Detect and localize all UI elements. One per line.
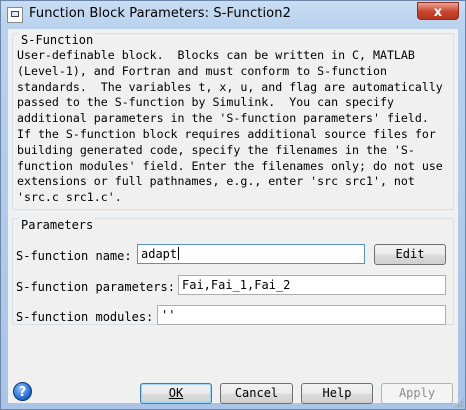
ok-button[interactable]: OK: [140, 383, 212, 404]
sfunction-name-label: S-function name:: [16, 249, 132, 263]
help-button-label: Help: [322, 386, 352, 400]
close-icon: x: [433, 5, 443, 20]
dialog-body: S-Function User-definable block. Blocks …: [8, 29, 458, 404]
sfunction-parameters-label: S-function parameters:: [16, 280, 175, 294]
sfunction-name-input[interactable]: adapt: [137, 244, 365, 264]
apply-button-label: Apply: [398, 386, 436, 400]
sfunction-modules-input[interactable]: '': [157, 305, 446, 325]
apply-button[interactable]: Apply: [381, 383, 453, 404]
edit-button-label: Edit: [395, 247, 425, 261]
parameters-group-title: Parameters: [19, 218, 96, 232]
simulink-block-icon: [7, 7, 23, 23]
sfunction-name-value: adapt: [141, 247, 178, 261]
title-bar[interactable]: Function Block Parameters: S-Function2 x: [1, 1, 465, 29]
sfunction-group: S-Function User-definable block. Blocks …: [12, 33, 454, 210]
dialog-window: Function Block Parameters: S-Function2 x…: [0, 0, 466, 410]
cancel-button[interactable]: Cancel: [220, 383, 293, 404]
help-icon[interactable]: ?: [13, 382, 32, 401]
text-caret: [178, 247, 180, 260]
sfunction-modules-value: '': [161, 308, 176, 322]
sfunction-parameters-value: Fai,Fai_1,Fai_2: [182, 278, 291, 292]
ok-button-label: OK: [168, 386, 184, 400]
edit-button[interactable]: Edit: [374, 244, 446, 265]
cancel-button-label: Cancel: [234, 386, 279, 400]
sfunction-group-title: S-Function: [19, 33, 96, 47]
sfunction-parameters-input[interactable]: Fai,Fai_1,Fai_2: [178, 275, 446, 295]
close-button[interactable]: x: [417, 2, 459, 20]
help-button[interactable]: Help: [301, 383, 373, 404]
help-icon-glyph: ?: [18, 385, 27, 400]
window-title: Function Block Parameters: S-Function2: [29, 6, 291, 21]
block-description: User-definable block. Blocks can be writ…: [17, 48, 443, 205]
sfunction-modules-label: S-function modules:: [16, 310, 154, 324]
